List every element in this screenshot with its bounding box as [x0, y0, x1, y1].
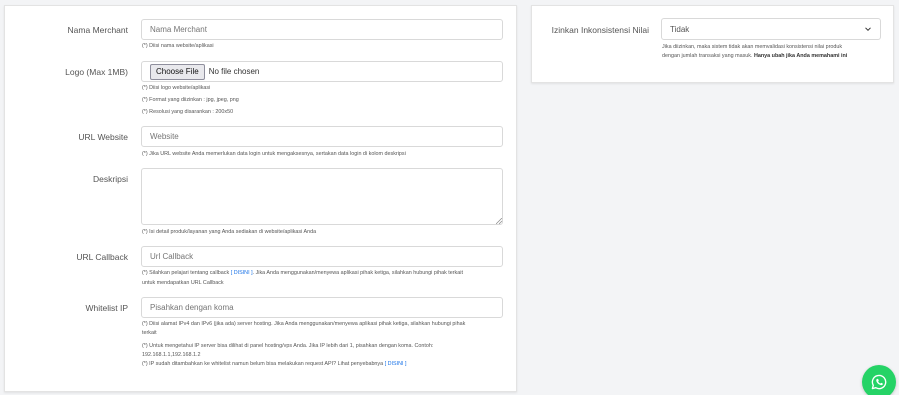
whitelist-docs-link[interactable]: [ DISINI ] — [385, 361, 407, 367]
logo-hint-2: (*) Format yang diizinkan : jpg, jpeg, p… — [142, 97, 239, 103]
url-website-hint: (*) Jika URL website Anda memerlukan dat… — [142, 151, 406, 157]
merchant-name-input[interactable] — [141, 19, 503, 40]
logo-label: Logo (Max 1MB) — [65, 67, 128, 77]
inconsistency-hint-1: Jika diizinkan, maka sistem tidak akan m… — [662, 44, 843, 50]
logo-hint-1: (*) Diisi logo website/aplikasi — [142, 85, 211, 91]
inconsistency-select[interactable]: Tidak — [661, 18, 881, 40]
whitelist-ip-input[interactable] — [141, 297, 503, 318]
whatsapp-icon — [871, 374, 887, 390]
description-label: Deskripsi — [93, 174, 128, 184]
resize-grip-icon[interactable] — [496, 218, 502, 224]
logo-file-input[interactable]: Choose File No file chosen — [141, 61, 503, 82]
url-callback-label: URL Callback — [76, 252, 128, 262]
description-textarea[interactable] — [141, 168, 503, 225]
url-callback-hint-suffix: . Jika Anda menggunakan/menyewa aplikasi… — [252, 270, 463, 276]
description-hint: (*) Isi detail produk/layanan yang Anda … — [142, 229, 317, 235]
whitelist-hint-2b: 192.168.1.1,192.168.1.2 — [142, 352, 201, 358]
url-website-input[interactable] — [141, 126, 503, 147]
callback-docs-link[interactable]: [ DISINI ] — [231, 270, 253, 276]
file-status-text: No file chosen — [208, 67, 260, 76]
inconsistency-selected-value: Tidak — [670, 24, 690, 34]
merchant-name-hint: (*) Diisi nama website/aplikasi — [142, 43, 214, 49]
whitelist-ip-label: Whitelist IP — [85, 303, 128, 313]
inconsistency-hint-2-prefix: dengan jumlah transaksi yang masuk. — [662, 53, 753, 59]
url-callback-hint-prefix: (*) Silahkan pelajari tentang callback — [142, 270, 230, 276]
chevron-down-icon — [865, 27, 871, 32]
logo-hint-3: (*) Resolusi yang disarankan : 200x50 — [142, 109, 234, 115]
url-website-label: URL Website — [78, 132, 128, 142]
whitelist-hint-2: (*) Untuk mengetahui IP server bisa dili… — [142, 343, 434, 349]
whitelist-hint-3: (*) IP sudah ditambahkan ke whitelist na… — [142, 360, 407, 368]
url-callback-input[interactable] — [141, 246, 503, 267]
url-callback-hint: (*) Silahkan pelajari tentang callback [… — [142, 269, 463, 277]
merchant-name-label: Nama Merchant — [67, 25, 128, 35]
url-callback-hint-line2: untuk mendapatkan URL Callback — [142, 280, 224, 286]
inconsistency-label: Izinkan Inkonsistensi Nilai — [551, 25, 649, 35]
inconsistency-hint-2-strong: Hanya ubah jika Anda memahami ini — [754, 53, 848, 59]
choose-file-button[interactable]: Choose File — [150, 63, 205, 80]
whitelist-hint-1b: terkait — [142, 330, 157, 336]
inconsistency-hint-2: dengan jumlah transaksi yang masuk. Hany… — [662, 52, 847, 60]
page: Nama Merchant (*) Diisi nama website/apl… — [0, 0, 899, 395]
whitelist-hint-1: (*) Diisi alamat IPv4 dan IPv6 (jika ada… — [142, 321, 466, 327]
whitelist-hint-3-prefix: (*) IP sudah ditambahkan ke whitelist na… — [142, 361, 384, 367]
whatsapp-chat-button[interactable] — [862, 365, 896, 395]
